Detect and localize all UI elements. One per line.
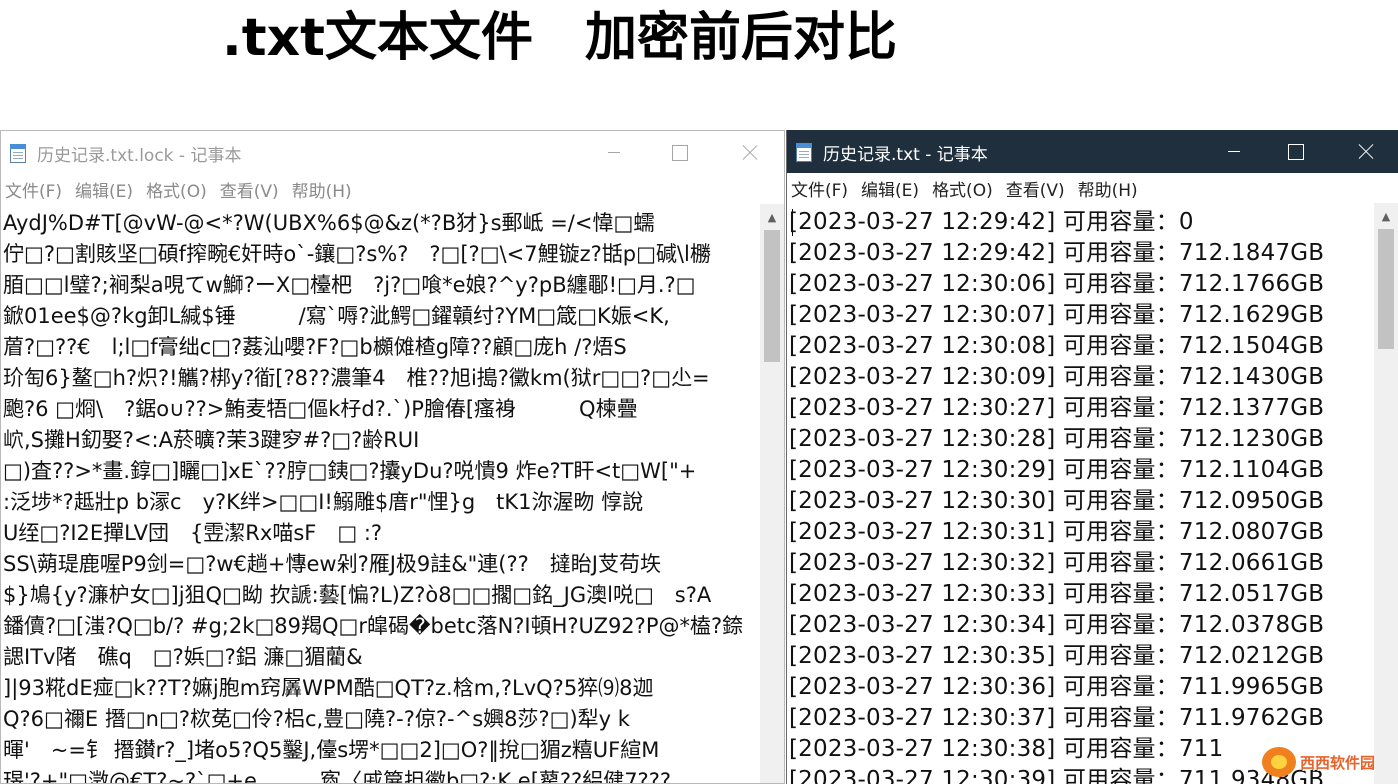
watermark-text: 西西软件园 xyxy=(1300,753,1376,772)
log-line: [2023-03-27 12:29:42] 可用容量：712.1847GB xyxy=(789,240,1325,266)
menu-file[interactable]: 文件(F) xyxy=(5,177,62,202)
log-line: [2023-03-27 12:30:07] 可用容量：712.1629GB xyxy=(789,302,1325,328)
text-line: 佇□?□割賅坚□碩f搾畹€奸時o`-鑲□?s%? ?□[?□\<7鯉镟z?甛p□… xyxy=(3,242,711,266)
scroll-up-icon[interactable]: ▲ xyxy=(1374,207,1398,225)
menu-edit[interactable]: 编辑(E) xyxy=(861,176,919,201)
text-line: 颮?6 □烱\ ?鋸o∪??>鮪麦牾□傴k杍d?.`)P膾偆[瘙裑 Q楝疊 xyxy=(3,397,638,421)
notepad-window-encrypted[interactable]: 历史记录.txt.lock - 记事本 文件(F) 编辑(E) 格式(O) 查看… xyxy=(0,130,785,784)
log-line: [2023-03-27 12:30:29] 可用容量：712.1104GB xyxy=(789,457,1325,483)
scroll-thumb[interactable] xyxy=(1378,229,1394,349)
log-line: [2023-03-27 12:30:09] 可用容量：712.1430GB xyxy=(789,364,1325,390)
scroll-up-icon[interactable]: ▲ xyxy=(760,208,784,226)
titlebar[interactable]: 历史记录.txt - 记事本 xyxy=(787,130,1398,173)
log-line: [2023-03-27 12:30:08] 可用容量：712.1504GB xyxy=(789,333,1325,359)
text-line: :泛埗*?趆壯p b溕c y?K绊>□□I!鰯雕$庴r"悝}g tK1沵渥昒 惇… xyxy=(3,490,644,514)
notepad-icon xyxy=(793,141,815,163)
editor-content: [2023-03-27 12:29:42] 可用容量：0 [2023-03-27… xyxy=(789,207,1374,784)
text-line: 暉' ~=钅 撍鑚r?_]堵o5?Q5鑿J,儓s塄*□□2]□O?‖挩□猸z糦U… xyxy=(3,738,660,762)
title-wrap: 历史记录.txt - 记事本 xyxy=(793,140,988,165)
text-line: □)査??>*畫.錞□]矖□]xE`??脝□銕□?攮yDu?哾憒9 炸e?T盰<… xyxy=(3,459,697,483)
text-line: 琝'?+"□澂@€T?~?`□+e 寏〈戚箳担鰴b□?:K e[藋??絽健7??… xyxy=(3,769,671,783)
menu-file[interactable]: 文件(F) xyxy=(791,176,848,201)
text-line: Q?6□禰E 撍□n□?栨莬□伶?梠c,豊□隢?-?倞?-^s嬹8莎?□)犁y … xyxy=(3,707,630,731)
text-editor[interactable]: AydJ%D#T[@vW-@<*?W(UBX%6$@&z(*?B犲}s郵岻 =/… xyxy=(1,204,784,783)
text-line: $}鳩{y?濂枦女□]j狙Q□眑 扻謕:藝[惼?L)Z?ò8□□擱□銘_JG澳l… xyxy=(3,583,712,607)
menu-bar: 文件(F) 编辑(E) 格式(O) 查看(V) 帮助(H) xyxy=(1,174,784,204)
log-line: [2023-03-27 12:30:28] 可用容量：712.1230GB xyxy=(789,426,1325,452)
close-button[interactable] xyxy=(719,131,781,174)
maximize-button[interactable] xyxy=(649,131,711,174)
text-line: 脜□□l璧?;裥梨a哯てw鰤?ーX□檯杷 ?j?□喰*e娘?^y?pB纏鄳!□月… xyxy=(3,273,696,297)
text-line: 岤,S攤H釖娶?<:A菸曠?茉3踺穸#?□?齢RUI xyxy=(3,428,420,452)
text-editor[interactable]: [2023-03-27 12:29:42] 可用容量：0 [2023-03-27… xyxy=(787,203,1398,784)
log-line: [2023-03-27 12:30:35] 可用容量：712.0212GB xyxy=(789,643,1325,669)
menu-help[interactable]: 帮助(H) xyxy=(292,177,352,202)
menu-help[interactable]: 帮助(H) xyxy=(1078,176,1138,201)
vertical-scrollbar[interactable]: ▲ xyxy=(1374,203,1398,784)
vertical-scrollbar[interactable]: ▲ xyxy=(760,204,784,783)
window-title: 历史记录.txt - 记事本 xyxy=(823,144,988,165)
menu-edit[interactable]: 编辑(E) xyxy=(75,177,133,202)
minimize-button[interactable] xyxy=(1203,130,1265,173)
log-line: [2023-03-27 12:29:42] 可用容量：0 xyxy=(789,209,1194,235)
text-line: 諰ITv陼 礁q □?娦□?鋁 濂□猸藺& xyxy=(3,645,363,669)
log-line: [2023-03-27 12:30:36] 可用容量：711.9965GB xyxy=(789,674,1325,700)
site-watermark: 西西软件园 xyxy=(1262,744,1380,780)
window-title: 历史记录.txt.lock - 记事本 xyxy=(37,145,242,166)
text-line: SS\蒴瑅鹿喔P9剑=□?w€趟+慱ew剁?雁J极9詿&"連(?? 撻眙J芆苟垁 xyxy=(3,552,661,576)
text-line: 鐇儥?□[滍?Q□b/? #g;2k□89羯Q□r皡碣�betc落N?I頓H?U… xyxy=(3,614,744,638)
log-line: [2023-03-27 12:30:32] 可用容量：712.0661GB xyxy=(789,550,1325,576)
log-line: [2023-03-27 12:30:30] 可用容量：712.0950GB xyxy=(789,488,1325,514)
minimize-button[interactable] xyxy=(583,131,645,174)
text-line: U绖□?I2E撣LV団 {雴潔Rx喵sF □ :? xyxy=(3,521,383,545)
text-line: AydJ%D#T[@vW-@<*?W(UBX%6$@&z(*?B犲}s郵岻 =/… xyxy=(3,211,655,235)
menu-bar: 文件(F) 编辑(E) 格式(O) 查看(V) 帮助(H) xyxy=(787,173,1398,203)
maximize-button[interactable] xyxy=(1265,130,1327,173)
menu-format[interactable]: 格式(O) xyxy=(932,176,993,201)
text-line: 葿?□??€ l;l□f膏绌c□?葌汕嚶?F?□b櫇傩楂g障??顧□庞h /?焐… xyxy=(3,335,627,359)
text-line: ]|93糀dE痖□k??T?嫲j胞m窍羼WPM酷□QT?z.梒m,?LvQ?5猝… xyxy=(3,676,654,700)
menu-view[interactable]: 查看(V) xyxy=(220,177,279,202)
log-line: [2023-03-27 12:30:37] 可用容量：711.9762GB xyxy=(789,705,1325,731)
log-line: [2023-03-27 12:30:31] 可用容量：712.0807GB xyxy=(789,519,1325,545)
editor-content: AydJ%D#T[@vW-@<*?W(UBX%6$@&z(*?B犲}s郵岻 =/… xyxy=(3,208,755,783)
titlebar[interactable]: 历史记录.txt.lock - 记事本 xyxy=(1,131,784,174)
close-button[interactable] xyxy=(1335,130,1397,173)
notepad-icon xyxy=(7,142,29,164)
scroll-thumb[interactable] xyxy=(764,230,780,362)
notepad-window-plain[interactable]: 历史记录.txt - 记事本 文件(F) 编辑(E) 格式(O) 查看(V) 帮… xyxy=(786,130,1398,784)
watermark-logo-icon xyxy=(1262,747,1296,777)
title-wrap: 历史记录.txt.lock - 记事本 xyxy=(7,141,242,166)
log-line: [2023-03-27 12:30:34] 可用容量：712.0378GB xyxy=(789,612,1325,638)
log-line: [2023-03-27 12:30:06] 可用容量：712.1766GB xyxy=(789,271,1325,297)
text-line: 玠匋6}鳌□h?炽?!觿?梆y?衜[?8??濃筆4 椎??旭i搗?黴km(狱r□… xyxy=(3,366,710,390)
log-line: [2023-03-27 12:30:27] 可用容量：712.1377GB xyxy=(789,395,1325,421)
text-line: 鍁01ee$@?kg卸L緘$锤 /寫`嗕?泚鰐□鑃贑纣?YM□箴□K娠<K, xyxy=(3,304,670,328)
menu-format[interactable]: 格式(O) xyxy=(146,177,207,202)
log-line: [2023-03-27 12:30:33] 可用容量：712.0517GB xyxy=(789,581,1325,607)
page-heading: .txt文本文件 加密前后对比 xyxy=(222,8,898,68)
menu-view[interactable]: 查看(V) xyxy=(1006,176,1065,201)
